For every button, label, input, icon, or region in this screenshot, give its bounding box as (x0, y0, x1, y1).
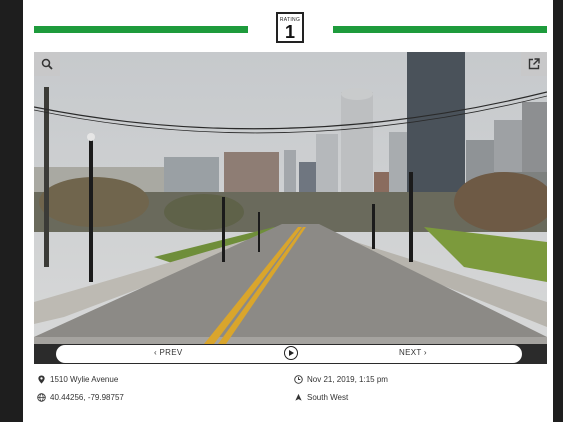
prev-button[interactable]: ‹ PREV (154, 348, 182, 357)
rating-bar-left (34, 26, 248, 33)
clock-icon (294, 375, 303, 384)
compass-icon (295, 393, 302, 401)
open-external-button[interactable] (521, 52, 547, 76)
zoom-button[interactable] (34, 52, 60, 76)
rating-badge: RATING 1 (276, 12, 304, 43)
search-icon (41, 58, 53, 70)
direction-text: South West (307, 393, 349, 402)
photo-navigation: ‹ PREV NEXT › (56, 345, 522, 363)
photo-card: RATING 1 ‹ PREV NEXT › 1510 Wylie Avenue… (23, 0, 553, 422)
street-photo (34, 52, 547, 344)
direction-row: South West (294, 393, 348, 402)
street-scene (34, 52, 547, 344)
external-link-icon (528, 58, 540, 70)
coordinates-row: 40.44256, -79.98757 (37, 393, 124, 402)
rating-header: RATING 1 (23, 10, 553, 46)
next-button[interactable]: NEXT › (399, 348, 427, 357)
rating-bar-right (333, 26, 547, 33)
address-row: 1510 Wylie Avenue (37, 375, 118, 384)
datetime-text: Nov 21, 2019, 1:15 pm (307, 375, 388, 384)
datetime-row: Nov 21, 2019, 1:15 pm (294, 375, 388, 384)
coordinates-text: 40.44256, -79.98757 (50, 393, 124, 402)
globe-icon (37, 393, 46, 402)
play-circle-icon[interactable] (284, 346, 298, 360)
address-text: 1510 Wylie Avenue (50, 375, 119, 384)
map-pin-icon (38, 375, 45, 384)
rating-value: 1 (284, 22, 295, 42)
